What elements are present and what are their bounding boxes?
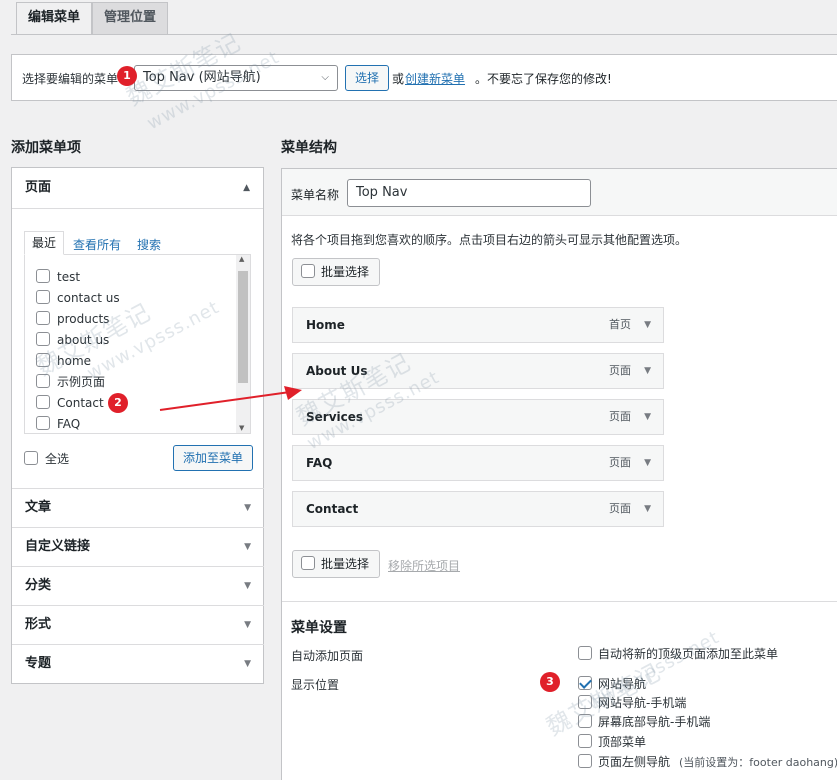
scroll-up-icon[interactable]: ▲ (239, 255, 244, 263)
page-item-contact[interactable]: Contact (36, 393, 104, 413)
tab-edit-menus[interactable]: 编辑菜单 (16, 2, 93, 35)
section-custom-links[interactable]: 自定义链接 ▼ (12, 527, 264, 566)
checkbox[interactable] (301, 556, 315, 570)
chevron-down-icon: ▼ (244, 542, 251, 552)
expand-arrow-icon[interactable]: ▼ (644, 354, 651, 388)
chevron-down-icon: ⌵ (321, 72, 329, 83)
checkbox[interactable] (578, 754, 592, 768)
page-item-about-us[interactable]: about us (36, 330, 109, 350)
select-button[interactable]: 选择 (345, 65, 390, 91)
current-setting-note: (当前设置为：footer daohang) (679, 756, 837, 769)
tabs-divider (11, 34, 837, 35)
menu-name-label: 菜单名称 (291, 188, 340, 202)
display-location-label: 显示位置 (291, 678, 340, 692)
arrow-head (284, 386, 302, 400)
add-menu-items-title: 添加菜单项 (11, 140, 81, 156)
chevron-down-icon: ▼ (244, 659, 251, 669)
add-items-panel: 页面 ▲ 最近 查看所有 搜索 ▲ ▼ test contact us prod… (11, 167, 264, 684)
auto-add-option[interactable]: 自动将新的顶级页面添加至此菜单 (578, 644, 778, 664)
location-site-nav[interactable]: 网站导航 (578, 674, 646, 694)
expand-arrow-icon[interactable]: ▼ (644, 400, 651, 434)
create-menu-link[interactable]: 创建新菜单 (405, 70, 465, 87)
checkbox[interactable] (578, 714, 592, 728)
annotation-badge-3: 3 (540, 672, 560, 692)
subtab-search[interactable]: 搜索 (137, 236, 161, 253)
checkbox[interactable] (36, 332, 50, 346)
menu-item-about-us[interactable]: About Us 页面 ▼ (292, 353, 664, 389)
auto-add-label: 自动添加页面 (291, 649, 364, 663)
select-menu-prompt: 选择要编辑的菜单： (22, 72, 131, 86)
menu-select-value: Top Nav (网站导航) (143, 70, 261, 85)
checkbox[interactable] (24, 451, 38, 465)
page-item-contact-us[interactable]: contact us (36, 288, 120, 308)
add-to-menu-button[interactable]: 添加至菜单 (173, 445, 254, 471)
select-all[interactable]: 全选 (24, 449, 69, 469)
pages-section-title: 页面 (25, 180, 52, 195)
checkbox[interactable] (578, 646, 592, 660)
page-item-home[interactable]: home (36, 351, 91, 371)
page-item-products[interactable]: products (36, 309, 109, 329)
checkbox[interactable] (36, 395, 50, 409)
checkbox[interactable] (36, 311, 50, 325)
chevron-down-icon: ▼ (244, 503, 251, 513)
checkbox[interactable] (578, 695, 592, 709)
location-top-menu[interactable]: 顶部菜单 (578, 732, 646, 752)
checkbox[interactable] (36, 374, 50, 388)
checkbox[interactable] (578, 734, 592, 748)
menu-name-input[interactable]: Top Nav (347, 179, 591, 207)
scroll-down-icon[interactable]: ▼ (239, 424, 244, 432)
menu-item-contact[interactable]: Contact 页面 ▼ (292, 491, 664, 527)
location-site-nav-mobile[interactable]: 网站导航-手机端 (578, 693, 686, 713)
menu-select[interactable]: Top Nav (网站导航) ⌵ (134, 65, 338, 91)
annotation-arrow (159, 386, 302, 411)
scrollbar-thumb[interactable] (238, 271, 248, 383)
bulk-select-top[interactable]: 批量选择 (292, 258, 380, 286)
tab-manage-locations[interactable]: 管理位置 (92, 2, 169, 34)
checkbox[interactable] (36, 416, 50, 430)
annotation-badge-2: 2 (108, 393, 128, 413)
section-categories[interactable]: 分类 ▼ (12, 566, 264, 605)
expand-arrow-icon[interactable]: ▼ (644, 446, 651, 480)
location-bottom-nav-mobile[interactable]: 屏幕底部导航-手机端 (578, 712, 710, 732)
page-item-faq[interactable]: FAQ (36, 414, 80, 434)
arrow-line (159, 391, 291, 411)
menu-item-home[interactable]: Home 首页 ▼ (292, 307, 664, 343)
checkbox[interactable] (36, 269, 50, 283)
chevron-down-icon: ▼ (244, 581, 251, 591)
menu-item-services[interactable]: Services 页面 ▼ (292, 399, 664, 435)
section-formats[interactable]: 形式 ▼ (12, 605, 264, 644)
location-left-nav[interactable]: 页面左侧导航 (当前设置为：footer daohang) (578, 752, 837, 772)
subtab-recent[interactable]: 最近 (24, 231, 64, 255)
expand-arrow-icon[interactable]: ▼ (644, 308, 651, 342)
instructions-text: 将各个项目拖到您喜欢的顺序。点击项目右边的箭头可显示其他配置选项。 (291, 233, 688, 247)
menu-item-faq[interactable]: FAQ 页面 ▼ (292, 445, 664, 481)
checkbox[interactable] (36, 290, 50, 304)
menu-structure-title: 菜单结构 (281, 140, 337, 156)
page-item-test[interactable]: test (36, 267, 80, 287)
settings-divider (282, 601, 837, 602)
menu-settings-title: 菜单设置 (291, 620, 347, 636)
save-reminder: 。不要忘了保存您的修改! (475, 72, 612, 86)
checkbox-checked[interactable] (578, 676, 592, 690)
checkbox[interactable] (36, 353, 50, 367)
remove-selected-link[interactable]: 移除所选项目 (388, 557, 460, 574)
subtab-view-all[interactable]: 查看所有 (73, 236, 121, 253)
chevron-up-icon: ▲ (243, 183, 250, 193)
chevron-down-icon: ▼ (244, 620, 251, 630)
annotation-badge-1: 1 (117, 66, 137, 86)
or-text: 或 (392, 72, 405, 86)
bulk-select-bottom[interactable]: 批量选择 (292, 550, 380, 578)
page-item-sample-page[interactable]: 示例页面 (36, 372, 105, 392)
section-posts[interactable]: 文章 ▼ (12, 488, 264, 527)
expand-arrow-icon[interactable]: ▼ (644, 492, 651, 526)
checkbox[interactable] (301, 264, 315, 278)
section-topics[interactable]: 专题 ▼ (12, 644, 264, 683)
pages-section-header[interactable]: 页面 ▲ (12, 168, 263, 209)
